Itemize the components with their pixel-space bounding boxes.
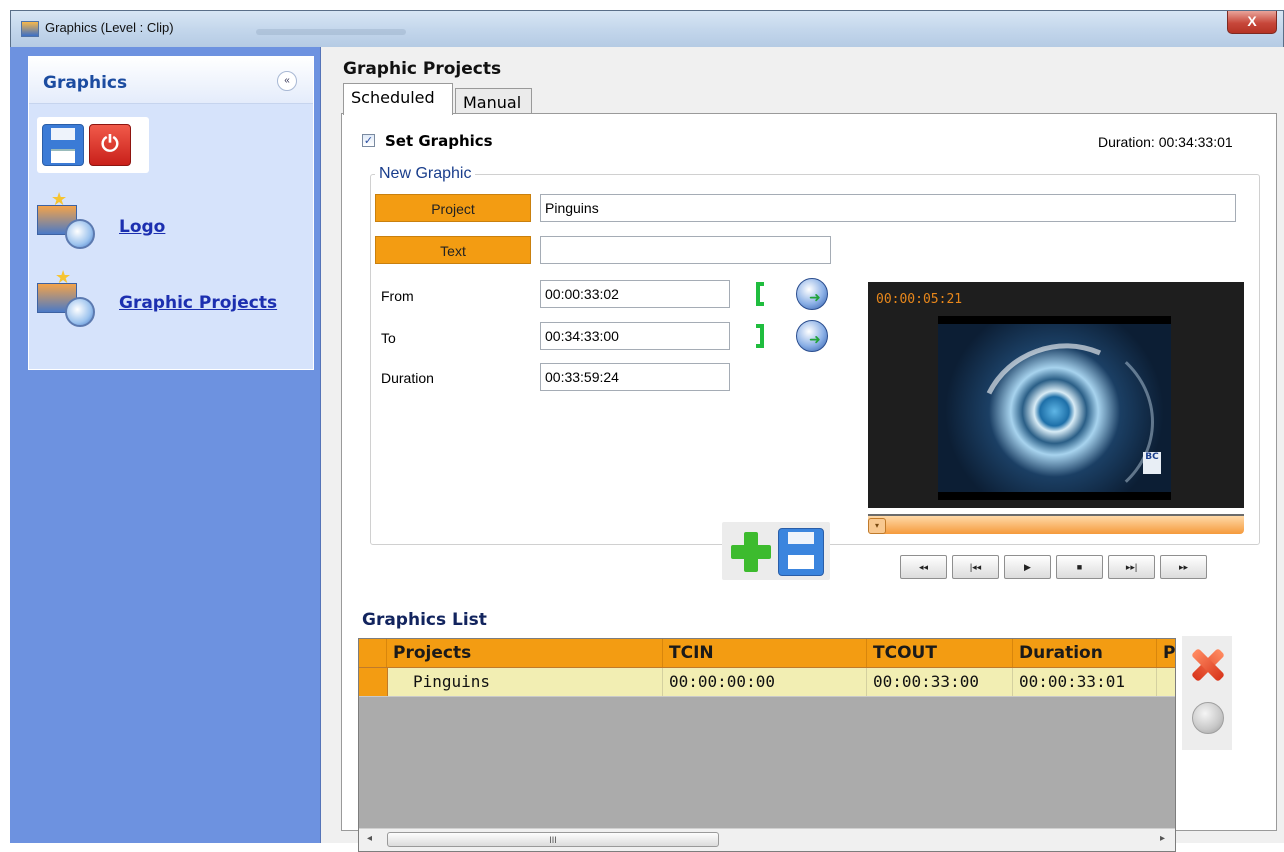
horizontal-scrollbar[interactable]: ◂ III ▸ — [359, 828, 1175, 851]
sidebar-header-title: Graphics — [43, 73, 128, 93]
app-icon — [21, 21, 39, 37]
duration-label: Duration — [381, 370, 434, 386]
next-frame-button[interactable]: ▸▸| — [1108, 555, 1155, 579]
video-frame-image: BC — [938, 319, 1171, 529]
duration-field[interactable]: 00:33:59:24 — [540, 363, 730, 391]
set-graphics-label: Set Graphics — [385, 132, 493, 150]
video-preview: 00:00:05:21 BC — [868, 282, 1244, 529]
to-field[interactable]: 00:34:33:00 — [540, 322, 730, 350]
graphics-list-table: Projects TCIN TCOUT Duration P Pinguins … — [358, 638, 1176, 852]
cell-project: Pinguins — [387, 668, 663, 696]
sidebar: Graphics « ⏻ ★ Logo ★ Graphic Projects — [10, 47, 321, 843]
preview-timecode: 00:00:05:21 — [876, 292, 963, 307]
swirl-ring-inner — [958, 334, 1154, 510]
video-frame: BC — [938, 316, 1171, 529]
main-content: Graphic Projects Scheduled Manual ✓ Set … — [321, 47, 1284, 852]
add-icon[interactable] — [728, 526, 774, 576]
star-icon: ★ — [55, 267, 72, 287]
new-graphic-legend: New Graphic — [379, 165, 472, 182]
power-icon[interactable]: ⏻ — [89, 124, 131, 166]
previous-frame-button[interactable]: |◂◂ — [952, 555, 999, 579]
sidebar-panel: Graphics « ⏻ ★ Logo ★ Graphic Projects — [28, 56, 314, 370]
title-blur — [256, 29, 406, 35]
floppy-disk-icon[interactable] — [42, 124, 84, 166]
star-icon: ★ — [51, 189, 68, 209]
power-glyph: ⏻ — [101, 131, 119, 156]
scrollbar-thumb[interactable]: III — [387, 832, 719, 847]
cell-p — [1157, 668, 1175, 696]
logo-icon-lens — [65, 219, 95, 249]
check-glyph: ✓ — [363, 135, 374, 147]
to-label: To — [381, 330, 396, 346]
graphics-list-title: Graphics List — [362, 610, 487, 630]
thumb-glyph: ▾ — [874, 521, 879, 530]
page-title: Graphic Projects — [343, 59, 502, 79]
scroll-left-icon[interactable]: ◂ — [367, 833, 372, 844]
column-header-tcin[interactable]: TCIN — [663, 639, 867, 667]
set-to-icon[interactable] — [796, 320, 828, 352]
play-button[interactable]: ▶ — [1004, 555, 1051, 579]
window-title: Graphics (Level : Clip) — [45, 20, 174, 35]
cell-duration: 00:00:33:01 — [1013, 668, 1157, 696]
save-graphic-icon[interactable] — [778, 528, 824, 576]
transport-controls: ◂◂ |◂◂ ▶ ■ ▸▸| ▸▸ — [900, 555, 1212, 581]
graphic-projects-icon: ★ — [35, 267, 95, 327]
row-selector[interactable] — [359, 668, 388, 696]
edit-graphic-icon[interactable] — [1192, 702, 1224, 734]
tab-panel-scheduled: ✓ Set Graphics Duration: 00:34:33:01 New… — [341, 113, 1277, 852]
project-button[interactable]: Project — [375, 194, 531, 222]
scroll-right-icon[interactable]: ▸ — [1160, 833, 1165, 844]
total-duration: Duration: 00:34:33:01 — [1098, 134, 1233, 150]
mark-in-icon[interactable] — [756, 282, 764, 306]
timeline-slider[interactable]: ▾ — [868, 514, 1244, 534]
set-graphics-checkbox[interactable]: ✓ — [362, 134, 375, 147]
channel-logo: BC — [1143, 452, 1161, 474]
header-row-selector — [359, 639, 387, 667]
collapse-glyph: « — [284, 75, 290, 86]
sidebar-header[interactable]: Graphics « — [29, 57, 313, 104]
collapse-icon[interactable]: « — [277, 71, 297, 91]
table-header: Projects TCIN TCOUT Duration P — [359, 639, 1175, 668]
list-actions — [1182, 636, 1232, 750]
logo-icon: ★ — [35, 189, 95, 249]
column-header-tcout[interactable]: TCOUT — [867, 639, 1013, 667]
sidebar-item-label[interactable]: Graphic Projects — [119, 293, 277, 313]
table-row[interactable]: Pinguins 00:00:00:00 00:00:33:00 00:00:3… — [359, 668, 1175, 697]
text-button[interactable]: Text — [375, 236, 531, 264]
stop-button[interactable]: ■ — [1056, 555, 1103, 579]
rewind-button[interactable]: ◂◂ — [900, 555, 947, 579]
project-field[interactable]: Pinguins — [540, 194, 1236, 222]
delete-icon[interactable] — [1188, 646, 1224, 682]
sidebar-tools: ⏻ — [37, 117, 149, 173]
title-bar: Graphics (Level : Clip) X — [11, 11, 1283, 48]
text-field[interactable] — [540, 236, 831, 264]
tab-manual[interactable]: Manual — [455, 88, 532, 116]
fast-forward-button[interactable]: ▸▸ — [1160, 555, 1207, 579]
column-header-p[interactable]: P — [1157, 639, 1175, 667]
timeline-thumb[interactable]: ▾ — [868, 518, 886, 534]
cell-tcout: 00:00:33:00 — [867, 668, 1013, 696]
cell-tcin: 00:00:00:00 — [663, 668, 867, 696]
column-header-duration[interactable]: Duration — [1013, 639, 1157, 667]
sidebar-item-label[interactable]: Logo — [119, 217, 165, 237]
from-label: From — [381, 288, 414, 304]
graphic-projects-icon-lens — [65, 297, 95, 327]
tab-scheduled[interactable]: Scheduled — [343, 83, 453, 115]
mark-out-icon[interactable] — [756, 324, 764, 348]
close-button[interactable]: X — [1227, 11, 1277, 34]
set-from-icon[interactable] — [796, 278, 828, 310]
from-field[interactable]: 00:00:33:02 — [540, 280, 730, 308]
column-header-projects[interactable]: Projects — [387, 639, 663, 667]
